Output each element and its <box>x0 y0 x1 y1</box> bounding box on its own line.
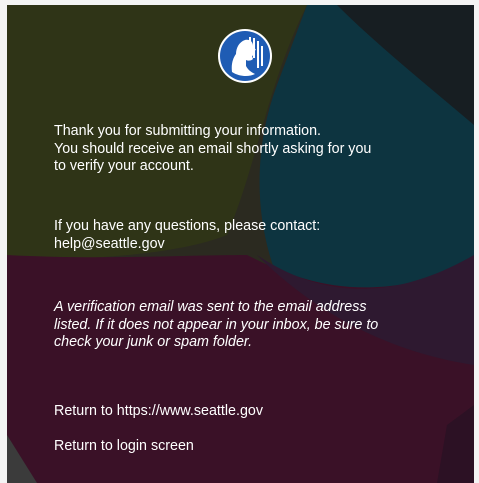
return-to-website-link[interactable]: Return to https://www.seattle.gov <box>54 403 263 421</box>
contact-text: If you have any questions, please contac… <box>54 218 321 252</box>
verification-panel: Thank you for submitting your informatio… <box>7 5 474 483</box>
verification-note: A verification email was sent to the ema… <box>54 299 379 350</box>
city-seal-icon <box>218 29 272 83</box>
return-to-login-link[interactable]: Return to login screen <box>54 438 194 456</box>
confirmation-text: Thank you for submitting your informatio… <box>54 123 372 174</box>
